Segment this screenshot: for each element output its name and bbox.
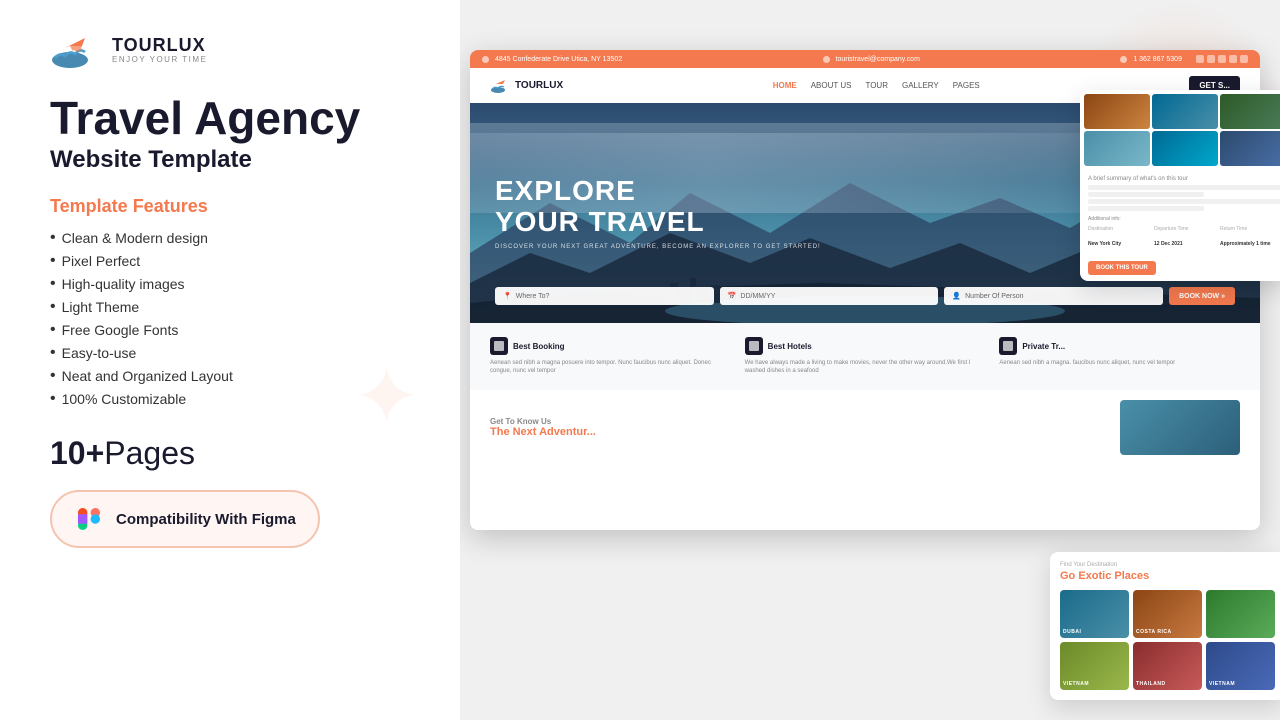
topbar-email: touristravel@company.com bbox=[823, 56, 920, 63]
book-tour-button[interactable]: BOOK THIS TOUR bbox=[1088, 261, 1156, 275]
nav-tour[interactable]: TOUR bbox=[865, 81, 888, 90]
return-cell: Return Time Approximately 1 time bbox=[1220, 226, 1280, 250]
brand-tagline: ENJOY YOUR TIME bbox=[112, 56, 207, 65]
site-services: Best Booking Aenean sed nibh a magna pos… bbox=[470, 323, 1260, 390]
nav-logo: TOURLUX bbox=[490, 78, 563, 94]
hotels-text: We have always made a living to make mov… bbox=[745, 359, 986, 376]
topbar-address: 4845 Confederate Drive Utica, NY 13502 bbox=[482, 56, 622, 63]
hotels-icon bbox=[745, 337, 763, 355]
booking-icon bbox=[490, 337, 508, 355]
tour-photo-5 bbox=[1152, 131, 1218, 166]
tour-detail-card: A brief summary of what's on this tour A… bbox=[1080, 90, 1280, 281]
exotic-dubai: DUBAI bbox=[1060, 590, 1129, 638]
right-panel: 4845 Confederate Drive Utica, NY 13502 t… bbox=[460, 0, 1280, 720]
sub-heading: Website Template bbox=[50, 146, 410, 174]
logo-area: TOURLUX ENJOY YOUR TIME bbox=[50, 30, 410, 70]
text-row-2 bbox=[1088, 192, 1204, 197]
features-title: Template Features bbox=[50, 196, 410, 217]
exotic-vietnam-2: VIETNAM bbox=[1206, 642, 1275, 690]
tour-photo-4 bbox=[1084, 131, 1150, 166]
service-hotels: Best Hotels We have always made a living… bbox=[745, 337, 986, 376]
about-image bbox=[1120, 400, 1240, 455]
service-private: Private Tr... Aenean sed nibh a magna. f… bbox=[999, 337, 1240, 376]
site-about: Get To Know Us The Next Adventur... bbox=[470, 390, 1260, 465]
tour-photo-2 bbox=[1152, 94, 1218, 129]
exotic-thailand: THAILAND bbox=[1133, 642, 1202, 690]
search-person-field[interactable]: 👤 Number Of Person bbox=[944, 287, 1163, 305]
exotic-vietnam-1: VIETNAM bbox=[1060, 642, 1129, 690]
tour-info-grid: Destination New York City Departure Time… bbox=[1088, 226, 1280, 250]
pages-number: 10+ bbox=[50, 435, 104, 471]
exotic-photo-3 bbox=[1206, 590, 1275, 638]
additional-info: Additional info: bbox=[1088, 216, 1280, 222]
nav-about[interactable]: ABOUT US bbox=[811, 81, 852, 90]
departure-cell: Departure Time 12 Dec 2021 bbox=[1154, 226, 1216, 250]
nav-gallery[interactable]: GALLERY bbox=[902, 81, 939, 90]
private-icon bbox=[999, 337, 1017, 355]
nav-brand: TOURLUX bbox=[515, 80, 563, 91]
about-text: Get To Know Us The Next Adventur... bbox=[490, 417, 596, 438]
feature-4: Light Theme bbox=[50, 298, 410, 316]
tour-text-rows bbox=[1088, 185, 1280, 211]
main-heading: Travel Agency bbox=[50, 94, 410, 142]
booking-title: Best Booking bbox=[513, 342, 565, 351]
exotic-photo-grid: DUBAI COSTA RICA VIETNAM THAILAND VIETNA… bbox=[1060, 590, 1275, 690]
hotels-title: Best Hotels bbox=[768, 342, 812, 351]
feature-1: Clean & Modern design bbox=[50, 229, 410, 247]
booking-text: Aenean sed nibh a magna posuere into tem… bbox=[490, 359, 731, 376]
topbar-phone: 1 362 867 5309 bbox=[1120, 55, 1248, 63]
tour-photo-grid bbox=[1080, 90, 1280, 170]
tour-photo-6 bbox=[1220, 131, 1280, 166]
nav-pages[interactable]: PAGES bbox=[953, 81, 980, 90]
decorative-star: ✦ bbox=[353, 350, 420, 443]
destination-cell: Destination New York City bbox=[1088, 226, 1150, 250]
nav-home[interactable]: HOME bbox=[773, 81, 797, 90]
nav-links: HOME ABOUT US TOUR GALLERY PAGES bbox=[773, 81, 980, 90]
service-booking: Best Booking Aenean sed nibh a magna pos… bbox=[490, 337, 731, 376]
feature-3: High-quality images bbox=[50, 275, 410, 293]
logo-icon bbox=[50, 30, 102, 70]
search-date-field[interactable]: 📅 DD/MM/YY bbox=[720, 287, 939, 305]
exotic-places-card: Find Your Destination Go Exotic Places D… bbox=[1050, 552, 1280, 700]
book-now-button[interactable]: BOOK NOW » bbox=[1169, 287, 1235, 305]
exotic-costa-rica: COSTA RICA bbox=[1133, 590, 1202, 638]
text-row-4 bbox=[1088, 206, 1204, 211]
tour-detail-body: A brief summary of what's on this tour A… bbox=[1080, 170, 1280, 281]
feature-5: Free Google Fonts bbox=[50, 321, 410, 339]
hero-search: 📍 Where To? 📅 DD/MM/YY 👤 Number Of Perso… bbox=[495, 287, 1235, 305]
private-title: Private Tr... bbox=[1022, 342, 1065, 351]
about-title: The Next Adventur... bbox=[490, 426, 596, 438]
brand-name: TOURLUX bbox=[112, 36, 207, 56]
figma-icon bbox=[74, 504, 104, 534]
site-topbar: 4845 Confederate Drive Utica, NY 13502 t… bbox=[470, 50, 1260, 68]
left-panel: TOURLUX ENJOY YOUR TIME Travel Agency We… bbox=[0, 0, 460, 720]
search-where-field[interactable]: 📍 Where To? bbox=[495, 287, 714, 305]
text-row-1 bbox=[1088, 185, 1280, 190]
tour-brief-label: A brief summary of what's on this tour bbox=[1088, 176, 1280, 182]
text-row-3 bbox=[1088, 199, 1280, 204]
feature-2: Pixel Perfect bbox=[50, 252, 410, 270]
figma-label: Compatibility With Figma bbox=[116, 511, 296, 528]
logo-text: TOURLUX ENJOY YOUR TIME bbox=[112, 36, 207, 65]
tour-photo-1 bbox=[1084, 94, 1150, 129]
about-label: Get To Know Us bbox=[490, 417, 596, 426]
figma-button[interactable]: Compatibility With Figma bbox=[50, 490, 320, 548]
tour-photo-3 bbox=[1220, 94, 1280, 129]
pages-label: Pages bbox=[104, 435, 195, 471]
private-text: Aenean sed nibh a magna. faucibus nunc a… bbox=[999, 359, 1240, 367]
exotic-header: Find Your Destination bbox=[1060, 562, 1275, 568]
exotic-title: Go Exotic Places bbox=[1060, 570, 1275, 582]
